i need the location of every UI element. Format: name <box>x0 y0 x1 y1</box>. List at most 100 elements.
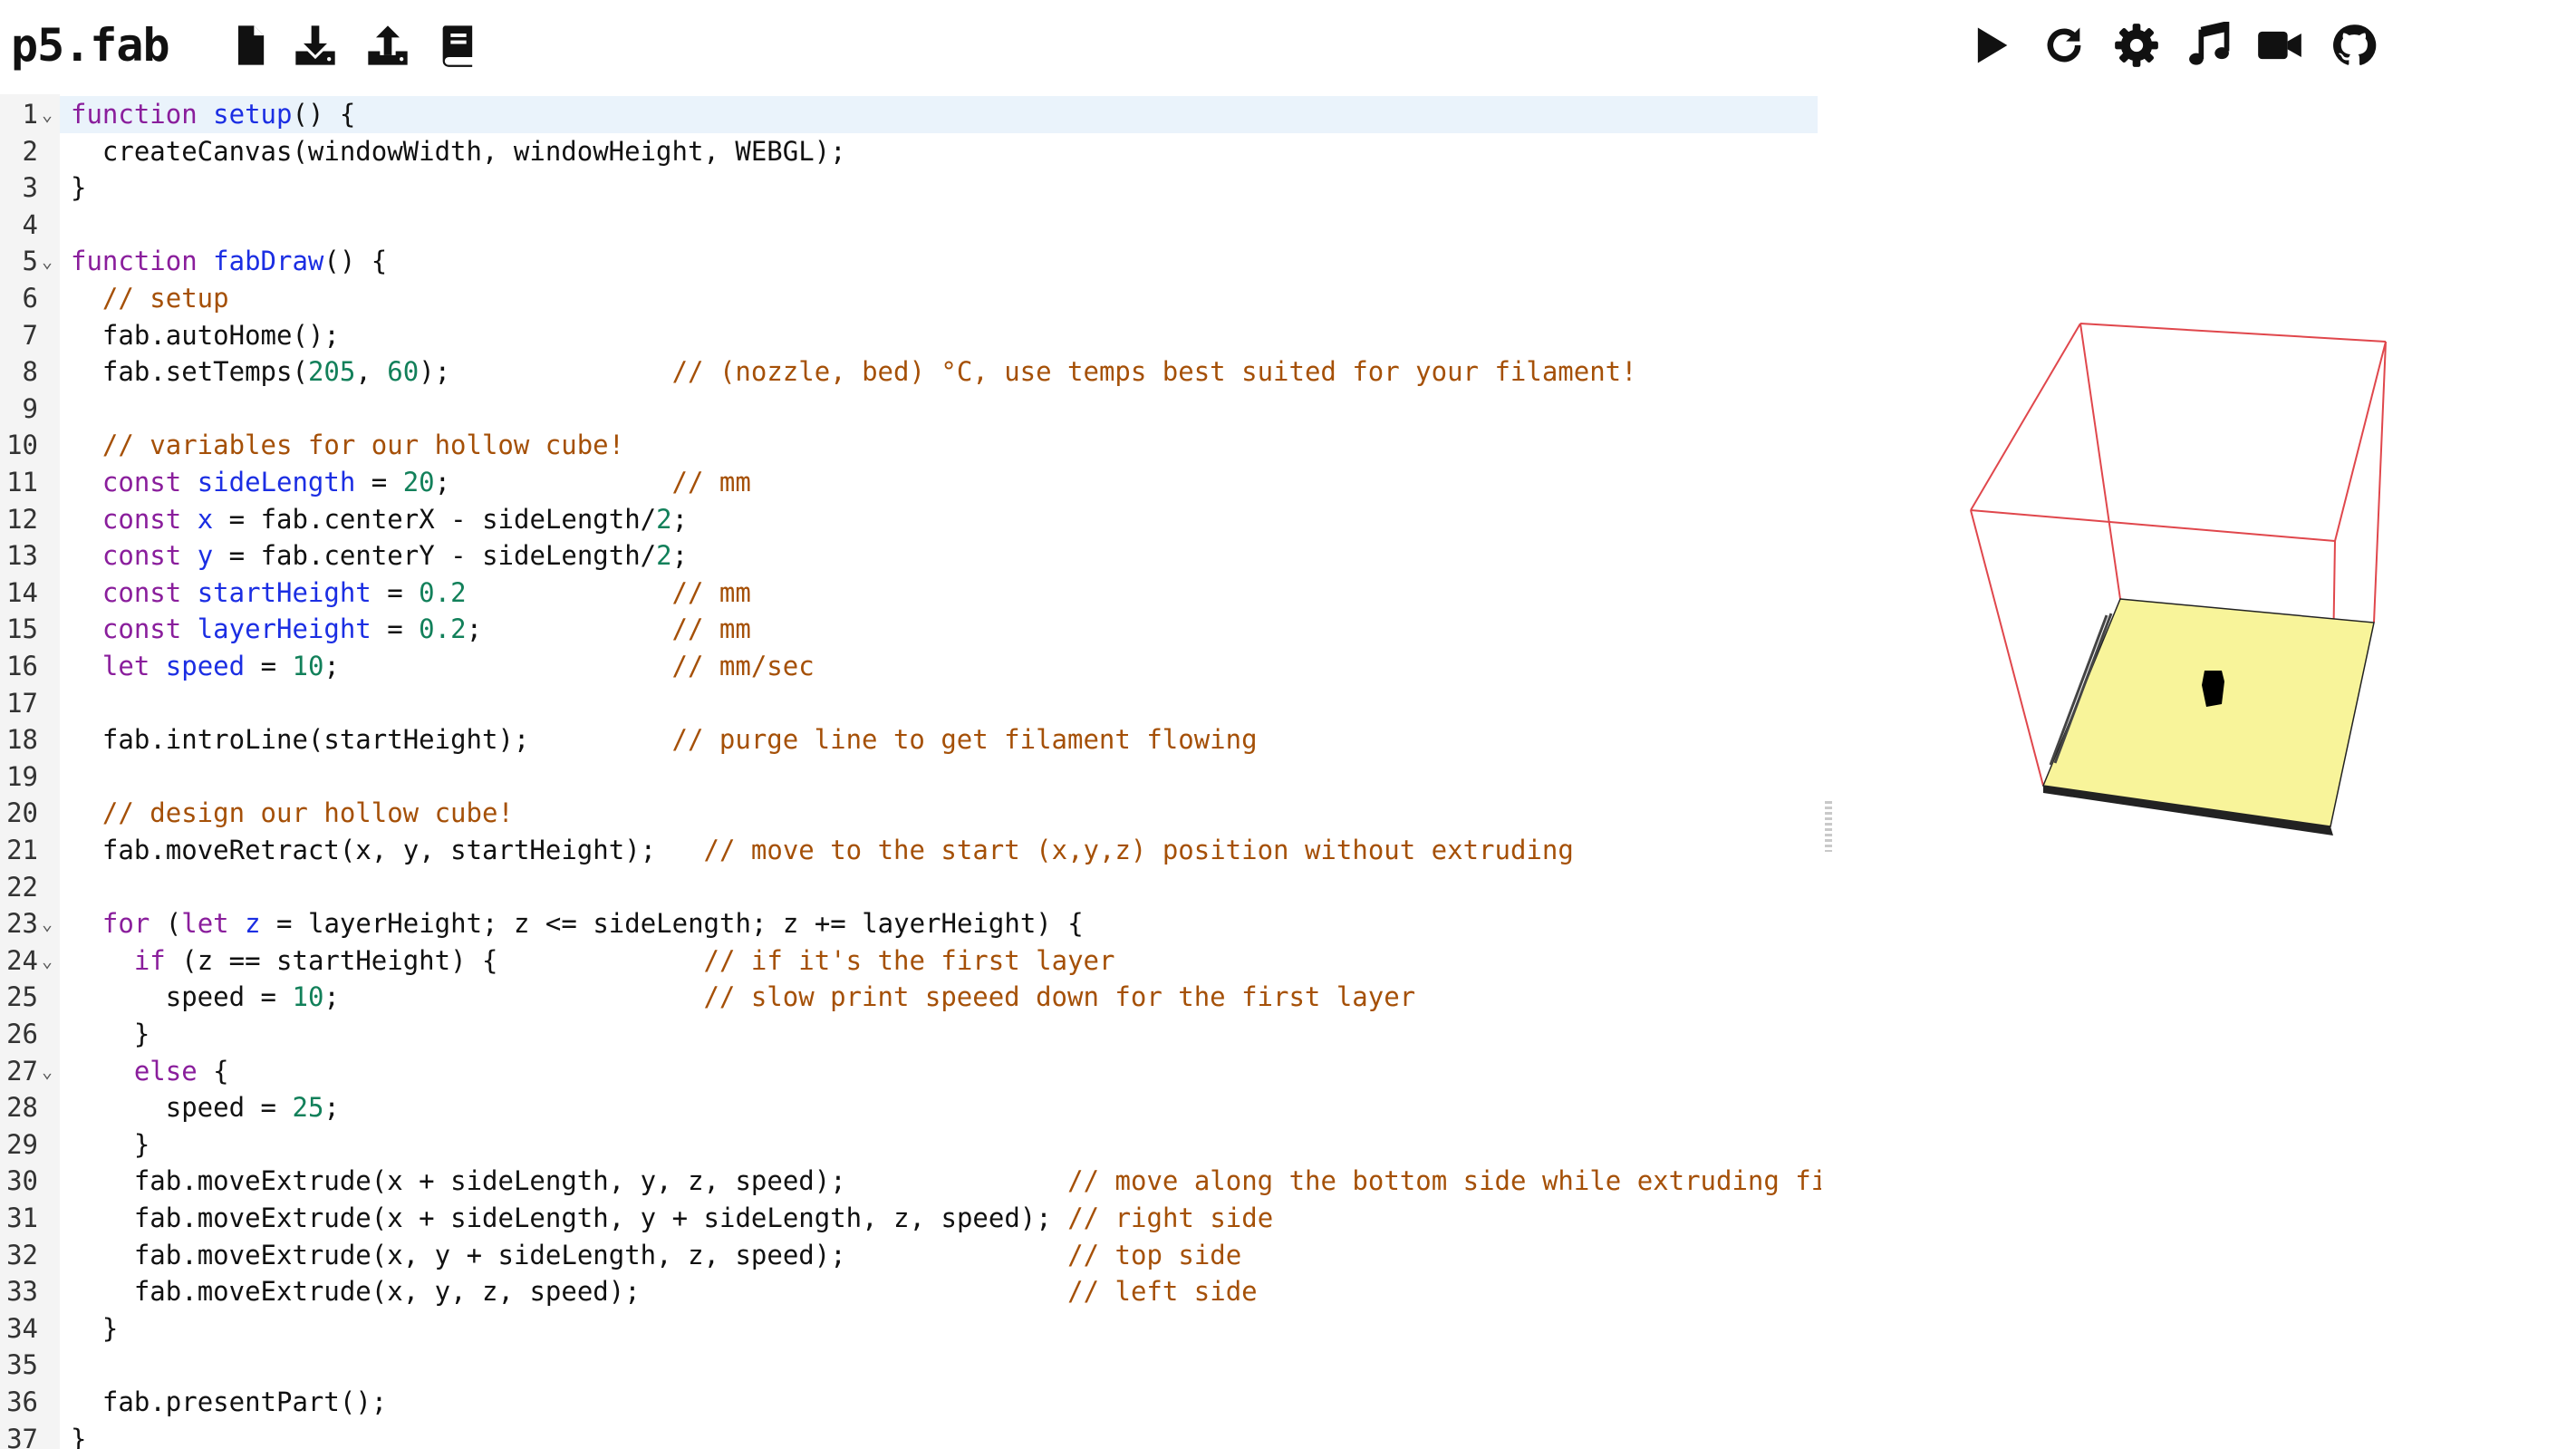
code-line[interactable]: 16 let speed = 10; // mm/sec <box>0 648 1821 685</box>
code-line[interactable]: 9 <box>0 391 1821 428</box>
run-button[interactable] <box>1968 22 2015 69</box>
code-line[interactable]: 21 fab.moveRetract(x, y, startHeight); /… <box>0 832 1821 869</box>
code-text[interactable]: } <box>71 169 86 207</box>
fold-chevron-icon[interactable]: ⌄ <box>42 243 56 280</box>
fold-chevron-icon[interactable]: ⌄ <box>42 96 56 133</box>
upload-button[interactable] <box>364 22 411 69</box>
code-line[interactable]: 23 ⌄ for (let z = layerHeight; z <= sideL… <box>0 905 1821 942</box>
code-line[interactable]: 17 <box>0 685 1821 722</box>
code-line[interactable]: 8 fab.setTemps(205, 60); // (nozzle, bed… <box>0 353 1821 391</box>
code-line[interactable]: 2 createCanvas(windowWidth, windowHeight… <box>0 133 1821 170</box>
printer-preview-canvas[interactable] <box>1848 94 2573 1449</box>
code-line[interactable]: 22 <box>0 869 1821 906</box>
code-text[interactable]: fab.setTemps(205, 60); // (nozzle, bed) … <box>71 353 1637 391</box>
github-link[interactable] <box>2330 22 2378 69</box>
code-text[interactable]: const layerHeight = 0.2; // mm <box>71 611 751 648</box>
code-text[interactable]: // setup <box>71 280 229 317</box>
code-text[interactable]: } <box>71 1126 150 1164</box>
code-text[interactable]: fab.presentPart(); <box>71 1384 387 1421</box>
code-line[interactable]: 6 // setup <box>0 280 1821 317</box>
code-text[interactable]: // variables for our hollow cube! <box>71 427 624 464</box>
book-icon <box>442 25 473 67</box>
code-line[interactable]: 34 } <box>0 1310 1821 1348</box>
fold-chevron-icon[interactable]: ⌄ <box>42 942 56 980</box>
reload-button[interactable] <box>2041 22 2088 69</box>
code-line[interactable]: 18 fab.introLine(startHeight); // purge … <box>0 721 1821 758</box>
line-number: 9 <box>22 392 38 424</box>
code-line[interactable]: 24 ⌄ if (z == startHeight) { // if it's t… <box>0 942 1821 980</box>
fold-chevron-icon[interactable]: ⌄ <box>42 905 56 942</box>
line-number: 33 <box>6 1276 38 1308</box>
code-line[interactable]: 1 ⌄ function setup() { <box>0 96 1821 133</box>
code-line[interactable]: 20 // design our hollow cube! <box>0 795 1821 832</box>
code-text[interactable]: const startHeight = 0.2 // mm <box>71 575 751 612</box>
code-line[interactable]: 28 speed = 25; <box>0 1089 1821 1126</box>
code-text[interactable]: fab.moveExtrude(x + sideLength, y, z, sp… <box>71 1163 1821 1200</box>
code-line[interactable]: 30 fab.moveExtrude(x + sideLength, y, z,… <box>0 1163 1821 1200</box>
code-text[interactable]: function setup() { <box>71 96 355 133</box>
code-line[interactable]: 35 <box>0 1347 1821 1384</box>
code-line[interactable]: 36 fab.presentPart(); <box>0 1384 1821 1421</box>
line-number: 29 <box>6 1128 38 1160</box>
download-button[interactable] <box>292 22 339 69</box>
code-text[interactable]: let speed = 10; // mm/sec <box>71 648 815 685</box>
fold-chevron-icon[interactable]: ⌄ <box>42 1053 56 1090</box>
code-text[interactable]: if (z == startHeight) { // if it's the f… <box>71 942 1115 980</box>
printer-preview-svg <box>1970 323 2387 836</box>
code-text[interactable]: } <box>71 1310 118 1348</box>
code-text[interactable]: fab.moveExtrude(x, y + sideLength, z, sp… <box>71 1237 1241 1274</box>
code-line[interactable]: 14 const startHeight = 0.2 // mm <box>0 575 1821 612</box>
code-line[interactable]: 3} <box>0 169 1821 207</box>
music-button[interactable] <box>2185 22 2233 69</box>
code-text[interactable]: fab.moveExtrude(x + sideLength, y + side… <box>71 1200 1273 1237</box>
code-text[interactable]: // design our hollow cube! <box>71 795 514 832</box>
code-line[interactable]: 7 fab.autoHome(); <box>0 317 1821 354</box>
video-camera-icon <box>2258 31 2301 60</box>
code-line[interactable]: 32 fab.moveExtrude(x, y + sideLength, z,… <box>0 1237 1821 1274</box>
code-text[interactable]: fab.introLine(startHeight); // purge lin… <box>71 721 1258 758</box>
code-line[interactable]: 19 <box>0 758 1821 796</box>
record-video-button[interactable] <box>2256 22 2303 69</box>
top-toolbar: p5.fab <box>0 0 2576 91</box>
code-line[interactable]: 11 const sideLength = 20; // mm <box>0 464 1821 501</box>
code-line[interactable]: 4 <box>0 207 1821 244</box>
code-text[interactable]: fab.moveRetract(x, y, startHeight); // m… <box>71 832 1574 869</box>
code-text[interactable]: for (let z = layerHeight; z <= sideLengt… <box>71 905 1084 942</box>
code-text[interactable]: const y = fab.centerY - sideLength/2; <box>71 537 688 575</box>
code-line[interactable]: 12 const x = fab.centerX - sideLength/2; <box>0 501 1821 538</box>
code-line[interactable]: 26 } <box>0 1016 1821 1053</box>
pane-resize-handle[interactable] <box>1825 801 1832 852</box>
code-text[interactable]: } <box>71 1016 150 1053</box>
code-editor[interactable]: 1 ⌄ function setup() {2 createCanvas(windo… <box>0 94 1821 1449</box>
code-line[interactable]: 27 ⌄ else { <box>0 1053 1821 1090</box>
code-line[interactable]: 15 const layerHeight = 0.2; // mm <box>0 611 1821 648</box>
code-text[interactable]: fab.moveExtrude(x, y, z, speed); // left… <box>71 1273 1258 1310</box>
code-line[interactable]: 25 speed = 10; // slow print speeed down… <box>0 979 1821 1016</box>
new-file-button[interactable] <box>227 22 274 69</box>
line-number: 20 <box>6 797 38 829</box>
line-number: 25 <box>6 981 38 1013</box>
code-text[interactable]: fab.autoHome(); <box>71 317 340 354</box>
code-line[interactable]: 31 fab.moveExtrude(x + sideLength, y + s… <box>0 1200 1821 1237</box>
code-line[interactable]: 10 // variables for our hollow cube! <box>0 427 1821 464</box>
printed-cube <box>2202 671 2224 707</box>
code-text[interactable]: const sideLength = 20; // mm <box>71 464 751 501</box>
code-text[interactable]: const x = fab.centerX - sideLength/2; <box>71 501 688 538</box>
code-line[interactable]: 13 const y = fab.centerY - sideLength/2; <box>0 537 1821 575</box>
settings-button[interactable] <box>2113 22 2160 69</box>
line-number: 12 <box>6 503 38 535</box>
code-text[interactable]: speed = 25; <box>71 1089 340 1126</box>
code-line[interactable]: 37} <box>0 1421 1821 1449</box>
code-text[interactable]: } <box>71 1421 86 1449</box>
line-number: 8 <box>22 356 38 388</box>
line-number: 22 <box>6 871 38 903</box>
code-text[interactable]: speed = 10; // slow print speeed down fo… <box>71 979 1415 1016</box>
code-line[interactable]: 5 ⌄ function fabDraw() { <box>0 243 1821 280</box>
code-line[interactable]: 29 } <box>0 1126 1821 1164</box>
code-line[interactable]: 33 fab.moveExtrude(x, y, z, speed); // l… <box>0 1273 1821 1310</box>
reference-book-button[interactable] <box>435 22 482 69</box>
code-text[interactable]: createCanvas(windowWidth, windowHeight, … <box>71 133 846 170</box>
code-text[interactable]: function fabDraw() { <box>71 243 387 280</box>
line-number: 36 <box>6 1386 38 1417</box>
code-text[interactable]: else { <box>71 1053 229 1090</box>
